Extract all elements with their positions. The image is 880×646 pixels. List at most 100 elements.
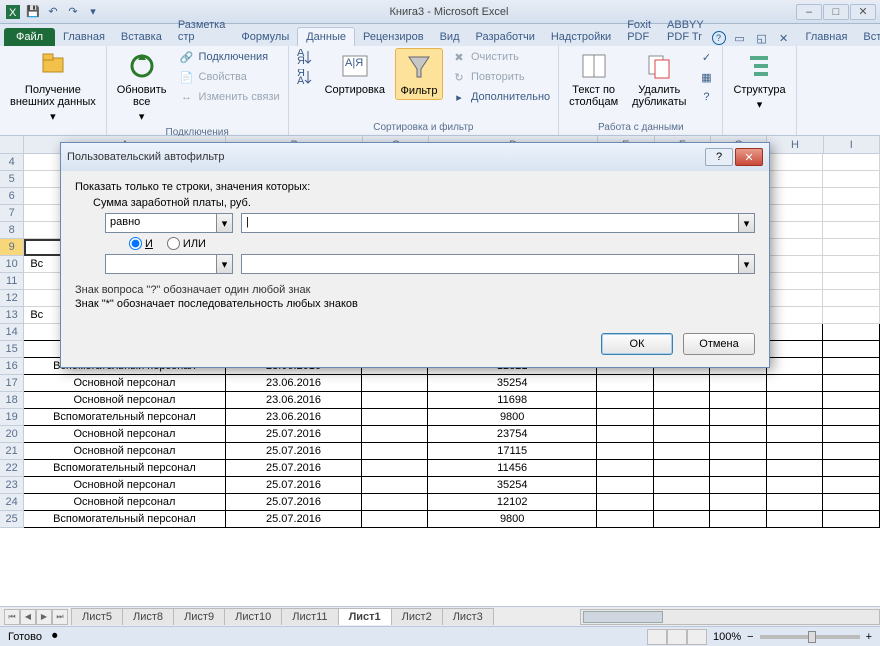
cell-I12[interactable] bbox=[823, 290, 880, 307]
col-header-H[interactable]: H bbox=[767, 136, 823, 153]
row-header-10[interactable]: 10 bbox=[0, 256, 24, 273]
cell-A19[interactable]: Вспомогательный персонал bbox=[24, 409, 225, 426]
tab-Данные[interactable]: Данные bbox=[297, 27, 355, 46]
consolidate-button[interactable]: ▦ bbox=[696, 68, 716, 86]
advanced-filter-button[interactable]: ▸Дополнительно bbox=[449, 88, 552, 106]
sheet-nav-prev[interactable]: ◀ bbox=[20, 609, 36, 625]
cell-H15[interactable] bbox=[767, 341, 824, 358]
row-header-4[interactable]: 4 bbox=[0, 154, 24, 171]
row-header-13[interactable]: 13 bbox=[0, 307, 24, 324]
row-header-5[interactable]: 5 bbox=[0, 171, 24, 188]
cell-B23[interactable]: 25.07.2016 bbox=[226, 477, 363, 494]
sort-desc-button[interactable]: ЯА bbox=[295, 68, 315, 86]
condition2-operator-combo[interactable]: ▾ bbox=[105, 254, 233, 274]
cell-H17[interactable] bbox=[767, 375, 824, 392]
cell-B22[interactable]: 25.07.2016 bbox=[226, 460, 363, 477]
cell-C22[interactable] bbox=[362, 460, 428, 477]
help-icon[interactable]: ? bbox=[712, 31, 726, 45]
row-header-20[interactable]: 20 bbox=[0, 426, 24, 443]
tab-Главная[interactable]: Главная bbox=[55, 28, 113, 46]
cell-F18[interactable] bbox=[654, 392, 711, 409]
sheet-tab-Лист8[interactable]: Лист8 bbox=[122, 608, 174, 625]
ok-button[interactable]: ОК bbox=[601, 333, 673, 355]
cell-I15[interactable] bbox=[823, 341, 880, 358]
cell-H9[interactable] bbox=[767, 239, 824, 256]
cell-I17[interactable] bbox=[823, 375, 880, 392]
redo-icon[interactable]: ↷ bbox=[64, 3, 82, 21]
or-radio[interactable]: ИЛИ bbox=[167, 237, 206, 250]
cell-I22[interactable] bbox=[823, 460, 880, 477]
cell-A17[interactable]: Основной персонал bbox=[24, 375, 225, 392]
row-header-16[interactable]: 16 bbox=[0, 358, 24, 375]
get-external-data-button[interactable]: Получение внешних данных ▾ bbox=[6, 48, 100, 125]
row-header-25[interactable]: 25 bbox=[0, 511, 24, 528]
cell-F17[interactable] bbox=[654, 375, 711, 392]
tab-Вставка[interactable]: Вставка bbox=[113, 28, 170, 46]
row-header-24[interactable]: 24 bbox=[0, 494, 24, 511]
edit-links-button[interactable]: ↔Изменить связи bbox=[177, 88, 282, 106]
tab-ABBYY PDF Tr[interactable]: ABBYY PDF Tr bbox=[659, 16, 712, 46]
cell-E24[interactable] bbox=[597, 494, 654, 511]
cell-A23[interactable]: Основной персонал bbox=[24, 477, 225, 494]
cell-H24[interactable] bbox=[767, 494, 824, 511]
cell-I19[interactable] bbox=[823, 409, 880, 426]
cell-A22[interactable]: Вспомогательный персонал bbox=[24, 460, 225, 477]
close-workbook-icon[interactable]: ✕ bbox=[776, 30, 792, 46]
cell-H5[interactable] bbox=[767, 171, 824, 188]
cell-D21[interactable]: 17115 bbox=[428, 443, 597, 460]
cell-E21[interactable] bbox=[597, 443, 654, 460]
cell-I7[interactable] bbox=[823, 205, 880, 222]
text-to-columns-button[interactable]: Текст по столбцам bbox=[565, 48, 622, 110]
cell-G20[interactable] bbox=[710, 426, 767, 443]
cell-H4[interactable] bbox=[767, 154, 824, 171]
tab-Вид[interactable]: Вид bbox=[432, 28, 468, 46]
chevron-down-icon[interactable]: ▾ bbox=[738, 214, 754, 232]
cell-H23[interactable] bbox=[767, 477, 824, 494]
cell-D17[interactable]: 35254 bbox=[428, 375, 597, 392]
cell-G19[interactable] bbox=[710, 409, 767, 426]
cell-D18[interactable]: 11698 bbox=[428, 392, 597, 409]
cell-I10[interactable] bbox=[823, 256, 880, 273]
cell-B24[interactable]: 25.07.2016 bbox=[226, 494, 363, 511]
cell-A21[interactable]: Основной персонал bbox=[24, 443, 225, 460]
cell-B19[interactable]: 23.06.2016 bbox=[226, 409, 363, 426]
cell-H7[interactable] bbox=[767, 205, 824, 222]
cell-E23[interactable] bbox=[597, 477, 654, 494]
data-validation-button[interactable]: ✓ bbox=[696, 48, 716, 66]
clear-filter-button[interactable]: ✖Очистить bbox=[449, 48, 552, 66]
cell-D24[interactable]: 12102 bbox=[428, 494, 597, 511]
cell-H10[interactable] bbox=[767, 256, 824, 273]
cell-H14[interactable] bbox=[767, 324, 824, 341]
cell-I14[interactable] bbox=[823, 324, 880, 341]
zoom-out-button[interactable]: − bbox=[747, 631, 753, 643]
cell-I24[interactable] bbox=[823, 494, 880, 511]
select-all-corner[interactable] bbox=[0, 136, 24, 153]
whatif-button[interactable]: ? bbox=[696, 88, 716, 106]
cell-F21[interactable] bbox=[654, 443, 711, 460]
view-normal-button[interactable] bbox=[647, 629, 667, 645]
cell-D25[interactable]: 9800 bbox=[428, 511, 597, 528]
cell-B25[interactable]: 25.07.2016 bbox=[226, 511, 363, 528]
cell-D19[interactable]: 9800 bbox=[428, 409, 597, 426]
chevron-down-icon[interactable]: ▾ bbox=[738, 255, 754, 273]
sheet-tab-Лист5[interactable]: Лист5 bbox=[71, 608, 123, 625]
sheet-tab-Лист11[interactable]: Лист11 bbox=[281, 608, 338, 625]
cell-C18[interactable] bbox=[362, 392, 428, 409]
cell-E17[interactable] bbox=[597, 375, 654, 392]
cancel-button[interactable]: Отмена bbox=[683, 333, 755, 355]
sheet-nav-first[interactable]: ⏮ bbox=[4, 609, 20, 625]
connections-button[interactable]: 🔗Подключения bbox=[177, 48, 282, 66]
cell-I23[interactable] bbox=[823, 477, 880, 494]
cell-G17[interactable] bbox=[710, 375, 767, 392]
restore-window-icon[interactable]: ◱ bbox=[754, 30, 770, 46]
sort-asc-button[interactable]: АЯ bbox=[295, 48, 315, 66]
cell-I20[interactable] bbox=[823, 426, 880, 443]
cell-B17[interactable]: 23.06.2016 bbox=[226, 375, 363, 392]
cell-C17[interactable] bbox=[362, 375, 428, 392]
cell-F23[interactable] bbox=[654, 477, 711, 494]
cell-A18[interactable]: Основной персонал bbox=[24, 392, 225, 409]
sheet-nav-last[interactable]: ⏭ bbox=[52, 609, 68, 625]
row-header-23[interactable]: 23 bbox=[0, 477, 24, 494]
dialog-close-button[interactable]: ✕ bbox=[735, 148, 763, 166]
and-radio[interactable]: И bbox=[129, 237, 153, 250]
